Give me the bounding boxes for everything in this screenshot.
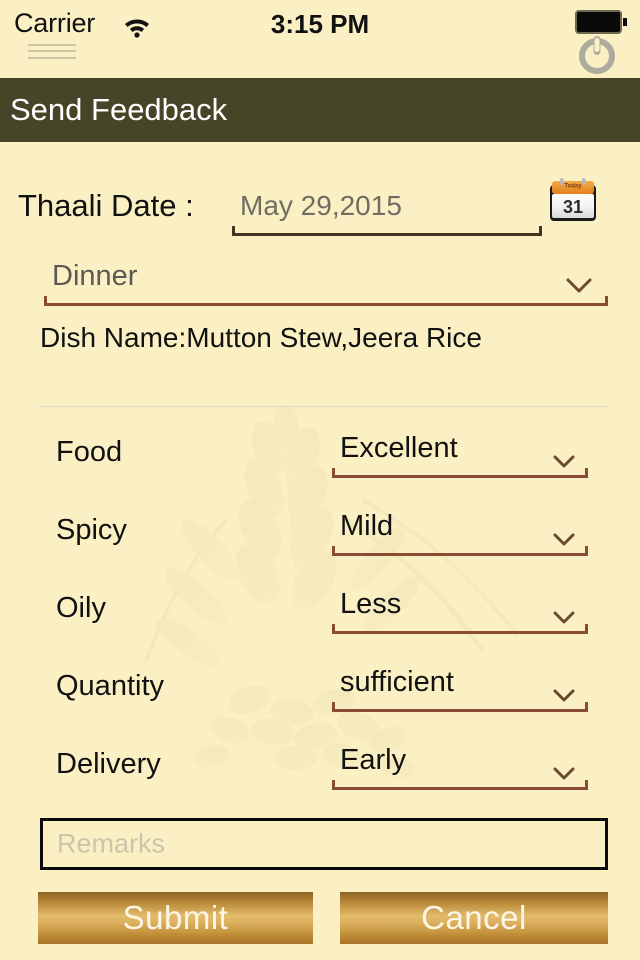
- svg-text:31: 31: [563, 197, 583, 217]
- carrier-rule: [28, 50, 76, 52]
- rating-value: Excellent: [340, 432, 458, 464]
- thaali-date-label: Thaali Date :: [18, 188, 194, 223]
- carrier-rule: [28, 57, 76, 59]
- title-bar: Send Feedback: [0, 78, 640, 142]
- feedback-form: Thaali Date : May 29,2015 Today 31 Dinne…: [0, 142, 640, 960]
- field-underline: [232, 226, 542, 236]
- rating-value: Early: [340, 744, 407, 776]
- remarks-placeholder: Remarks: [57, 828, 166, 859]
- rating-value: sufficient: [340, 666, 454, 698]
- submit-button-label: Submit: [122, 899, 229, 936]
- submit-button[interactable]: Submit: [38, 892, 313, 944]
- rating-label: Quantity: [56, 670, 164, 702]
- rating-select-quantity[interactable]: sufficient: [332, 666, 588, 712]
- app-root: Carrier 3:15 PM Send Feedback Thaali Dat…: [0, 0, 640, 960]
- rating-select-delivery[interactable]: Early: [332, 744, 588, 790]
- cancel-button[interactable]: Cancel: [340, 892, 608, 944]
- rating-row-delivery: Delivery Early: [0, 744, 640, 812]
- rating-label: Food: [56, 436, 123, 468]
- rating-select-oily[interactable]: Less: [332, 588, 588, 634]
- rating-select-food[interactable]: Excellent: [332, 432, 588, 478]
- power-button-icon[interactable]: [575, 32, 619, 76]
- section-divider: [40, 406, 608, 407]
- status-clock: 3:15 PM: [270, 9, 370, 39]
- calendar-icon[interactable]: Today 31: [545, 172, 601, 228]
- meal-type-select[interactable]: Dinner: [44, 260, 608, 306]
- remarks-input[interactable]: Remarks: [40, 818, 608, 870]
- thaali-date-input[interactable]: May 29,2015: [232, 184, 542, 236]
- rating-value: Less: [340, 588, 402, 620]
- thaali-date-value: May 29,2015: [240, 190, 402, 221]
- rating-label: Delivery: [56, 748, 161, 780]
- rating-row-spicy: Spicy Mild: [0, 510, 640, 578]
- cancel-button-label: Cancel: [421, 899, 527, 936]
- field-underline: [332, 468, 588, 478]
- dish-name-label: Dish Name:Mutton Stew,Jeera Rice: [40, 322, 482, 353]
- field-underline: [332, 780, 588, 790]
- battery-full-icon: [575, 10, 627, 34]
- svg-text:Today: Today: [564, 184, 582, 190]
- carrier-rule: [28, 44, 76, 46]
- rating-row-quantity: Quantity sufficient: [0, 666, 640, 734]
- field-underline: [44, 296, 608, 306]
- field-underline: [332, 702, 588, 712]
- field-underline: [332, 546, 588, 556]
- field-underline: [332, 624, 588, 634]
- rating-label: Oily: [56, 592, 106, 624]
- page-title: Send Feedback: [10, 92, 228, 127]
- rating-value: Mild: [340, 510, 394, 542]
- rating-row-oily: Oily Less: [0, 588, 640, 656]
- meal-type-value: Dinner: [52, 260, 138, 292]
- status-bar: Carrier 3:15 PM: [0, 0, 640, 78]
- thaali-date-row: Thaali Date : May 29,2015 Today 31: [0, 178, 640, 242]
- chevron-down-icon: [566, 278, 592, 293]
- rating-label: Spicy: [56, 514, 127, 546]
- rating-row-food: Food Excellent: [0, 432, 640, 500]
- rating-select-spicy[interactable]: Mild: [332, 510, 588, 556]
